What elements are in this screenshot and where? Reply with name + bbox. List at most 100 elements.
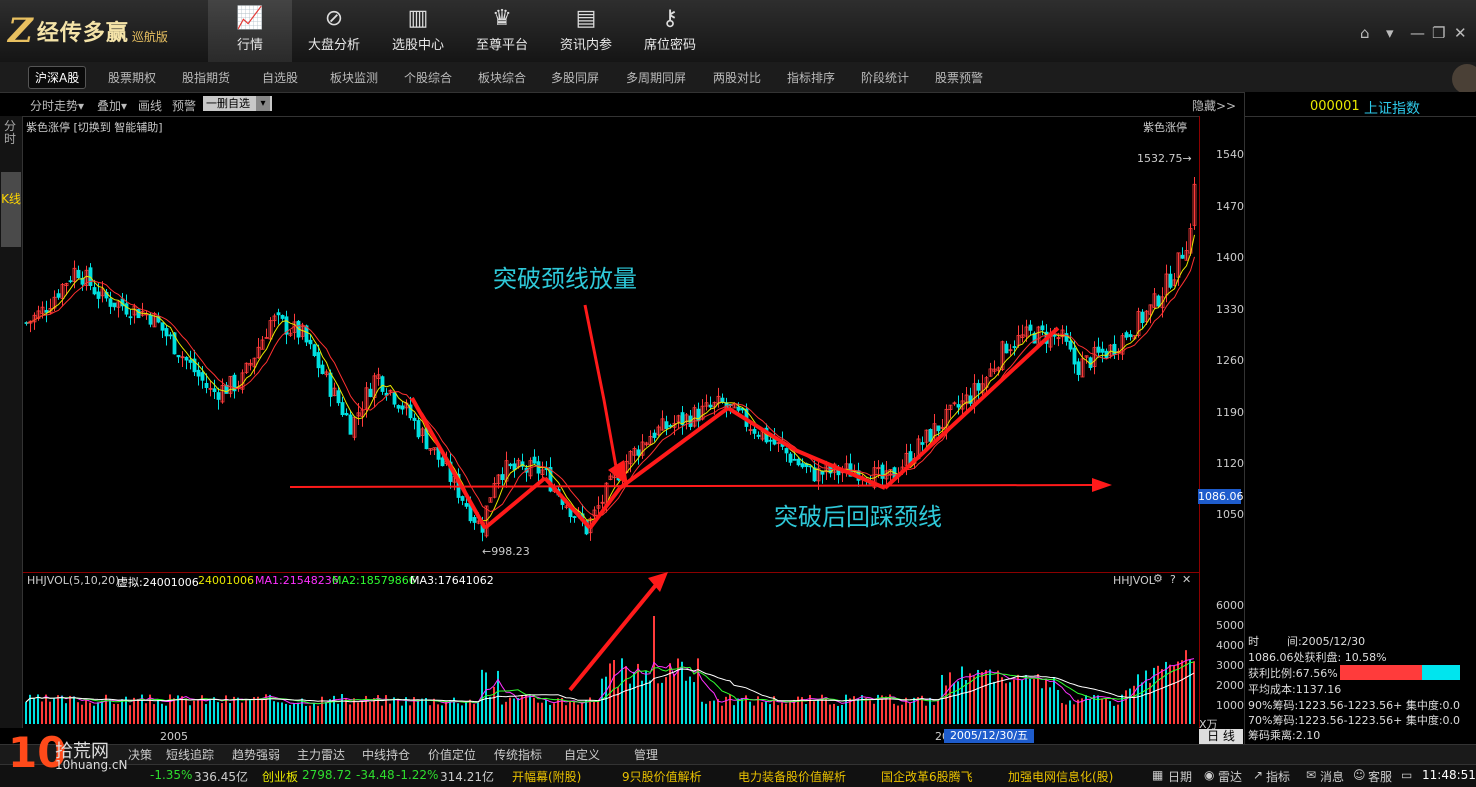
restore-icon[interactable]: ❐ bbox=[1432, 24, 1445, 42]
volume-bar bbox=[553, 703, 555, 724]
volume-bar bbox=[109, 699, 111, 724]
home-icon[interactable]: ⌂ bbox=[1360, 24, 1370, 42]
volume-bar bbox=[941, 674, 943, 724]
volume-bar bbox=[1137, 674, 1139, 724]
indicator-tab-bar bbox=[0, 744, 1476, 765]
close-icon[interactable]: ✕ bbox=[1454, 24, 1467, 42]
tab-traditional[interactable]: 传统指标 bbox=[494, 746, 542, 763]
volume-bar bbox=[1173, 665, 1175, 724]
service-button[interactable]: 客服 bbox=[1368, 768, 1392, 785]
news-link[interactable]: 国企改革6股腾飞 bbox=[881, 768, 973, 785]
indicator-title[interactable]: 紫色涨停 [切换到 智能辅助] bbox=[26, 119, 163, 135]
volume-bar bbox=[785, 703, 787, 724]
news-link[interactable]: 电力装备股价值解析 bbox=[738, 768, 846, 785]
service-icon[interactable]: ☺ bbox=[1353, 768, 1366, 782]
volume-bar bbox=[137, 698, 139, 724]
candle-body bbox=[464, 503, 469, 507]
candle-body bbox=[956, 404, 961, 408]
volume-bar bbox=[825, 697, 827, 724]
message-icon[interactable]: ✉ bbox=[1306, 768, 1316, 782]
volume-bar bbox=[965, 679, 967, 724]
news-link[interactable]: 9只股价值解析 bbox=[622, 768, 702, 785]
volume-bar bbox=[273, 701, 275, 724]
candle-body bbox=[1180, 254, 1185, 259]
tab-manage[interactable]: 管理 bbox=[634, 746, 658, 763]
volume-bar bbox=[661, 682, 663, 724]
indicator-button[interactable]: 指标 bbox=[1266, 768, 1290, 785]
dropdown-icon[interactable]: ▾ bbox=[1386, 24, 1394, 42]
minimize-icon[interactable]: — bbox=[1410, 24, 1425, 42]
candle-body bbox=[784, 448, 789, 454]
volume-bar bbox=[593, 701, 595, 724]
volume-ma1: MA1:21548236 bbox=[255, 574, 339, 587]
date-button[interactable]: 日期 bbox=[1168, 768, 1192, 785]
tab-short-tracking[interactable]: 短线追踪 bbox=[166, 746, 214, 763]
news-link[interactable]: 加强电网信息化(股) bbox=[1008, 768, 1113, 785]
radar-icon[interactable]: ◉ bbox=[1204, 768, 1214, 782]
candle-body bbox=[1096, 346, 1101, 353]
candle-body bbox=[348, 414, 353, 435]
volume-bar bbox=[1177, 661, 1179, 724]
tab-trend-strength[interactable]: 趋势强弱 bbox=[232, 746, 280, 763]
volume-bar bbox=[977, 669, 979, 724]
candle-body bbox=[204, 382, 209, 388]
volume-bar bbox=[253, 697, 255, 724]
volume-bar bbox=[145, 703, 147, 724]
volume-bar bbox=[393, 697, 395, 724]
volume-bar bbox=[621, 658, 623, 724]
volume-bar bbox=[985, 670, 987, 724]
volume-bar bbox=[909, 702, 911, 724]
trend-arrow-segment bbox=[726, 406, 797, 452]
avatar[interactable] bbox=[1452, 64, 1476, 94]
volume-bar bbox=[205, 704, 207, 724]
volume-indicator-name[interactable]: HHJVOL(5,10,20) bbox=[27, 574, 119, 587]
settings-icon[interactable]: ⚙ bbox=[1153, 572, 1163, 585]
kline-chart[interactable] bbox=[0, 0, 1244, 744]
volume-bar bbox=[165, 705, 167, 724]
help-icon[interactable]: ? bbox=[1170, 573, 1176, 586]
tab-decision[interactable]: 决策 bbox=[128, 746, 152, 763]
candle-body bbox=[800, 463, 805, 468]
news-link[interactable]: 开幅幕(附股) bbox=[512, 768, 581, 785]
monitor-icon[interactable]: ▭ bbox=[1401, 768, 1412, 782]
candle-body bbox=[1124, 332, 1129, 338]
volume-bar bbox=[417, 701, 419, 724]
volume-bar bbox=[157, 699, 159, 724]
volume-bar bbox=[161, 703, 163, 724]
volume-bar bbox=[1049, 687, 1051, 724]
volume-bar bbox=[57, 695, 59, 724]
volume-tick: 3000 bbox=[1216, 659, 1244, 672]
volume-bar bbox=[1021, 679, 1023, 724]
calendar-icon[interactable]: ▦ bbox=[1152, 768, 1163, 782]
volume-bar bbox=[361, 699, 363, 724]
volume-bar bbox=[1105, 698, 1107, 724]
message-button[interactable]: 消息 bbox=[1320, 768, 1344, 785]
indicator-icon[interactable]: ↗ bbox=[1253, 768, 1263, 782]
price-tick: 1540 bbox=[1216, 148, 1244, 161]
candle-body bbox=[460, 496, 465, 501]
close-icon[interactable]: ✕ bbox=[1182, 573, 1191, 586]
radar-button[interactable]: 雷达 bbox=[1218, 768, 1242, 785]
volume-tick: 6000 bbox=[1216, 599, 1244, 612]
volume-bar bbox=[101, 700, 103, 724]
tab-value-position[interactable]: 价值定位 bbox=[428, 746, 476, 763]
candle-body bbox=[880, 464, 885, 479]
volume-bar bbox=[285, 703, 287, 724]
volume-bar bbox=[809, 694, 811, 724]
volume-bar bbox=[389, 703, 391, 724]
candle-body bbox=[308, 339, 313, 345]
candle-body bbox=[440, 457, 445, 467]
candle-body bbox=[1076, 361, 1081, 375]
chinext-label[interactable]: 创业板 bbox=[262, 768, 298, 785]
tab-custom[interactable]: 自定义 bbox=[564, 746, 600, 763]
candle-body bbox=[164, 328, 169, 337]
tab-mid-holding[interactable]: 中线持仓 bbox=[362, 746, 410, 763]
volume-bar bbox=[585, 700, 587, 724]
tab-main-radar[interactable]: 主力雷达 bbox=[297, 746, 345, 763]
period-selector[interactable]: 日 线 bbox=[1199, 729, 1243, 744]
volume-bar bbox=[577, 704, 579, 724]
volume-bar bbox=[1109, 701, 1111, 724]
volume-bar bbox=[857, 698, 859, 724]
volume-bar bbox=[349, 704, 351, 724]
candle-body bbox=[320, 364, 325, 375]
